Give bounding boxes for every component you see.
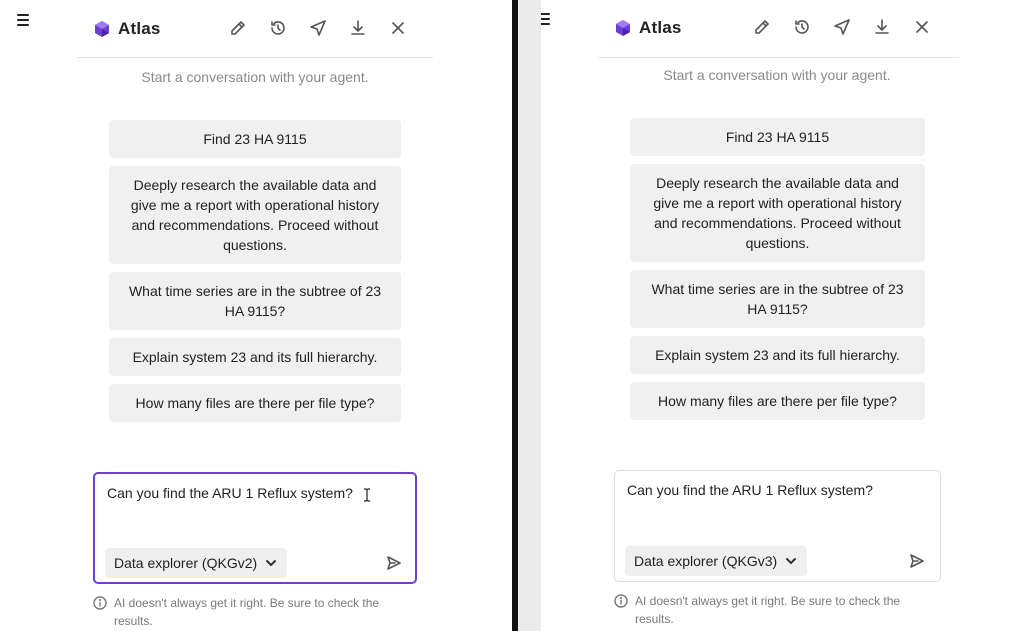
edit-icon[interactable] <box>751 16 773 38</box>
download-icon[interactable] <box>871 16 893 38</box>
message-input[interactable]: Can you find the ARU 1 Reflux system? <box>107 485 353 501</box>
chat-header: Atlas <box>77 0 433 58</box>
model-selector-label: Data explorer (QKGv2) <box>114 555 258 571</box>
suggestion-find[interactable]: Find 23 HA 9115 <box>630 118 925 156</box>
suggestion-research[interactable]: Deeply research the available data and g… <box>109 166 401 264</box>
send-button[interactable] <box>907 551 927 571</box>
edit-icon[interactable] <box>227 17 249 39</box>
atlas-logo-icon <box>95 21 109 37</box>
model-selector[interactable]: Data explorer (QKGv2) <box>105 548 288 578</box>
suggestion-list: Find 23 HA 9115 Deeply research the avai… <box>109 120 401 422</box>
pane-gutter <box>518 0 541 631</box>
app-title: Atlas <box>639 18 682 37</box>
text-cursor-icon <box>364 488 370 502</box>
suggestion-research[interactable]: Deeply research the available data and g… <box>630 164 925 262</box>
suggestion-find[interactable]: Find 23 HA 9115 <box>109 120 401 158</box>
app-title: Atlas <box>118 19 161 38</box>
suggestion-time-series[interactable]: What time series are in the subtree of 2… <box>109 272 401 330</box>
message-composer[interactable]: Can you find the ARU 1 Reflux system? Da… <box>93 472 417 584</box>
send-icon <box>387 556 401 570</box>
info-icon <box>93 596 107 610</box>
disclaimer-text: AI doesn't always get it right. Be sure … <box>635 594 901 626</box>
download-icon[interactable] <box>347 17 369 39</box>
close-icon[interactable] <box>911 16 933 38</box>
intro-text: Start a conversation with your agent. <box>141 69 369 85</box>
suggestion-file-count[interactable]: How many files are there per file type? <box>109 384 401 422</box>
message-input[interactable]: Can you find the ARU 1 Reflux system? <box>627 482 873 498</box>
menu-icon[interactable] <box>17 14 29 26</box>
intro-text: Start a conversation with your agent. <box>663 67 891 83</box>
chat-header: Atlas <box>598 0 958 58</box>
model-selector-label: Data explorer (QKGv3) <box>634 553 778 569</box>
suggestion-time-series[interactable]: What time series are in the subtree of 2… <box>630 270 925 328</box>
brand: Atlas <box>614 18 682 38</box>
right-chat-pane: Atlas Start a conversation with your age… <box>541 0 1033 631</box>
history-icon[interactable] <box>791 16 813 38</box>
send-button[interactable] <box>384 553 404 573</box>
suggestion-explain-system[interactable]: Explain system 23 and its full hierarchy… <box>109 338 401 376</box>
disclaimer-text: AI doesn't always get it right. Be sure … <box>114 596 380 628</box>
history-icon[interactable] <box>267 17 289 39</box>
send-icon[interactable] <box>831 16 853 38</box>
left-chat-pane: Atlas Start a conversation with your age… <box>0 0 512 631</box>
chevron-down-icon <box>786 558 797 564</box>
disclaimer: AI doesn't always get it right. Be sure … <box>93 594 413 630</box>
send-icon[interactable] <box>307 17 329 39</box>
close-icon[interactable] <box>387 17 409 39</box>
suggestion-explain-system[interactable]: Explain system 23 and its full hierarchy… <box>630 336 925 374</box>
model-selector[interactable]: Data explorer (QKGv3) <box>625 546 808 576</box>
disclaimer: AI doesn't always get it right. Be sure … <box>614 592 934 628</box>
suggestion-list: Find 23 HA 9115 Deeply research the avai… <box>630 118 925 420</box>
atlas-logo-icon <box>616 20 630 36</box>
menu-icon[interactable] <box>541 13 550 25</box>
info-icon <box>614 594 628 608</box>
message-composer[interactable]: Can you find the ARU 1 Reflux system? Da… <box>614 470 941 582</box>
brand: Atlas <box>93 19 161 39</box>
send-icon <box>910 554 924 568</box>
suggestion-file-count[interactable]: How many files are there per file type? <box>630 382 925 420</box>
chevron-down-icon <box>266 560 277 566</box>
